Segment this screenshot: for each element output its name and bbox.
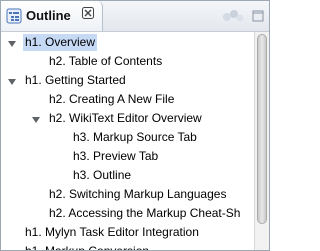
outline-tree: h1. Overview h2. Table of Contents h1. Get… (1, 32, 254, 250)
tree-row[interactable]: h1. Mylyn Task Editor Integration (1, 223, 254, 242)
tree-item-label[interactable]: h3. Preview Tab (71, 148, 160, 165)
tree-row[interactable]: h1. Markup Conversion (1, 242, 254, 250)
tree-item-label[interactable]: h1. Mylyn Task Editor Integration (23, 224, 201, 241)
close-icon[interactable] (81, 7, 95, 21)
tree-item-label[interactable]: h1. Getting Started (23, 72, 128, 89)
tree-item-label[interactable]: h2. Switching Markup Languages (47, 186, 228, 203)
maximize-icon[interactable] (251, 9, 265, 23)
vertical-scrollbar[interactable] (254, 32, 269, 250)
outline-view: Outline h1. Overview h2. Table of Content… (0, 0, 270, 251)
scrollbar-thumb[interactable] (257, 34, 267, 224)
tree-row[interactable]: h2. Table of Contents (1, 52, 254, 71)
tab-title: Outline (26, 8, 71, 23)
expanded-triangle-icon[interactable] (31, 114, 41, 124)
tree-row[interactable]: h1. Getting Started (1, 71, 254, 90)
tree-item-label[interactable]: h3. Outline (71, 167, 133, 184)
tree-row[interactable]: h2. Switching Markup Languages (1, 185, 254, 204)
tree-item-label[interactable]: h2. Creating A New File (47, 91, 176, 108)
tree-item-label[interactable]: h2. Accessing the Markup Cheat-Sh (47, 205, 242, 222)
tree-row[interactable]: h3. Preview Tab (1, 147, 254, 166)
tree-row[interactable]: h3. Outline (1, 166, 254, 185)
view-tabbar: Outline (1, 1, 269, 32)
tree-item-label[interactable]: h3. Markup Source Tab (71, 129, 199, 146)
tab-outline[interactable]: Outline (1, 1, 103, 31)
expanded-triangle-icon[interactable] (7, 38, 17, 48)
tree-row[interactable]: h1. Overview (1, 33, 254, 52)
tree-row[interactable]: h2. Accessing the Markup Cheat-Sh (1, 204, 254, 223)
tree-row[interactable]: h2. Creating A New File (1, 90, 254, 109)
tree-item-label[interactable]: h1. Overview (23, 34, 98, 51)
outline-icon (6, 8, 22, 24)
tree-item-label[interactable]: h2. Table of Contents (47, 53, 164, 70)
expanded-triangle-icon[interactable] (7, 76, 17, 86)
tree-item-label[interactable]: h2. WikiText Editor Overview (47, 110, 204, 127)
tree-row[interactable]: h2. WikiText Editor Overview (1, 109, 254, 128)
view-menu-icon[interactable] (221, 8, 247, 24)
tree-row[interactable]: h3. Markup Source Tab (1, 128, 254, 147)
tree-item-label[interactable]: h1. Markup Conversion (23, 243, 151, 250)
